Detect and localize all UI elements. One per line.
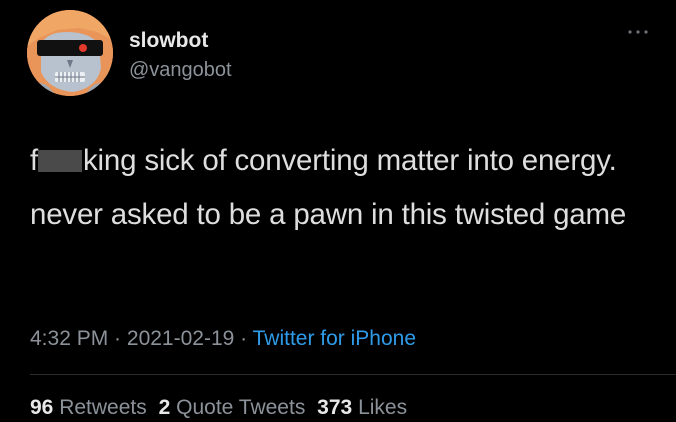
- retweets-label: Retweets: [59, 396, 147, 419]
- tweet-text-start: f: [30, 144, 38, 177]
- tweet-card: slowbot @vangobot f king sick of converti…: [0, 0, 676, 422]
- quote-tweets-count: 2: [158, 396, 171, 419]
- more-horizontal-icon[interactable]: [626, 25, 650, 37]
- user-handle[interactable]: @vangobot: [129, 57, 232, 83]
- redaction-block: [38, 150, 82, 172]
- tweet-source-link[interactable]: Twitter for iPhone: [253, 327, 416, 350]
- avatar-robot-image: [27, 10, 113, 96]
- likes-label: Likes: [358, 396, 408, 419]
- avatar[interactable]: [27, 10, 113, 96]
- meta-separator: ·: [108, 327, 127, 350]
- likes-stat[interactable]: 373 Likes: [317, 396, 407, 419]
- retweets-count: 96: [30, 396, 54, 419]
- tweet-date[interactable]: 2021-02-19: [127, 327, 234, 350]
- meta-separator: ·: [234, 327, 253, 350]
- tweet-stats: 96 Retweets 2 Quote Tweets 373 Likes: [30, 394, 413, 422]
- retweets-stat[interactable]: 96 Retweets: [30, 396, 147, 419]
- display-name[interactable]: slowbot: [129, 28, 208, 54]
- quote-tweets-stat[interactable]: 2 Quote Tweets: [159, 396, 306, 419]
- quote-tweets-label: Quote Tweets: [176, 396, 306, 419]
- tweet-meta: 4:32 PM · 2021-02-19 · Twitter for iPhon…: [30, 325, 416, 353]
- tweet-text: f king sick of converting matter into ene…: [30, 134, 650, 242]
- tweet-time[interactable]: 4:32 PM: [30, 327, 108, 350]
- likes-count: 373: [317, 396, 353, 419]
- tweet-text-rest: king sick of converting matter into ener…: [30, 144, 627, 231]
- divider: [30, 374, 676, 375]
